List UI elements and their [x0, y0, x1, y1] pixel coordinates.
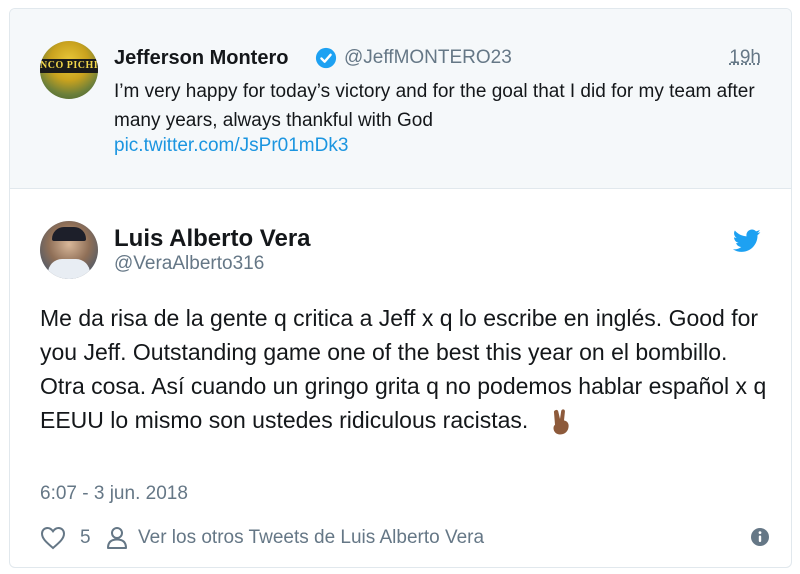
tweet-text: Me da risa de la gente q critica a Jeff … — [40, 301, 770, 437]
avatar-text: NCO PICHI — [40, 59, 98, 73]
quoted-timestamp[interactable]: 19h — [729, 47, 761, 69]
quoted-pic-link[interactable]: pic.twitter.com/JsPr01mDk3 — [114, 135, 348, 157]
person-icon — [107, 527, 127, 549]
tweet-date[interactable]: 6:07 - 3 jun. 2018 — [40, 483, 188, 505]
verified-badge-icon — [315, 47, 337, 69]
author-handle[interactable]: @VeraAlberto316 — [114, 253, 264, 275]
tweet-actions: 5 Ver los otros Tweets de Luis Alberto V… — [40, 523, 770, 553]
twitter-bird-icon[interactable] — [733, 229, 761, 253]
tweet-body: Me da risa de la gente q critica a Jeff … — [40, 305, 767, 433]
quoted-author-name[interactable]: Jefferson Montero — [114, 47, 288, 70]
like-count[interactable]: 5 — [80, 527, 91, 549]
quoted-avatar[interactable]: NCO PICHI — [40, 41, 98, 99]
author-avatar[interactable] — [40, 221, 98, 279]
quoted-tweet-text: I’m very happy for today’s victory and f… — [114, 81, 755, 131]
victory-hand-emoji — [553, 409, 569, 435]
author-name[interactable]: Luis Alberto Vera — [114, 225, 311, 253]
other-tweets-link[interactable]: Ver los otros Tweets de Luis Alberto Ver… — [138, 527, 484, 549]
quoted-tweet[interactable]: NCO PICHI Jefferson Montero @JeffMONTERO… — [10, 9, 791, 189]
tweet-embed-card: NCO PICHI Jefferson Montero @JeffMONTERO… — [9, 8, 792, 568]
quoted-author-handle[interactable]: @JeffMONTERO23 — [344, 47, 512, 69]
heart-icon[interactable] — [40, 526, 66, 550]
info-icon[interactable] — [750, 527, 770, 547]
